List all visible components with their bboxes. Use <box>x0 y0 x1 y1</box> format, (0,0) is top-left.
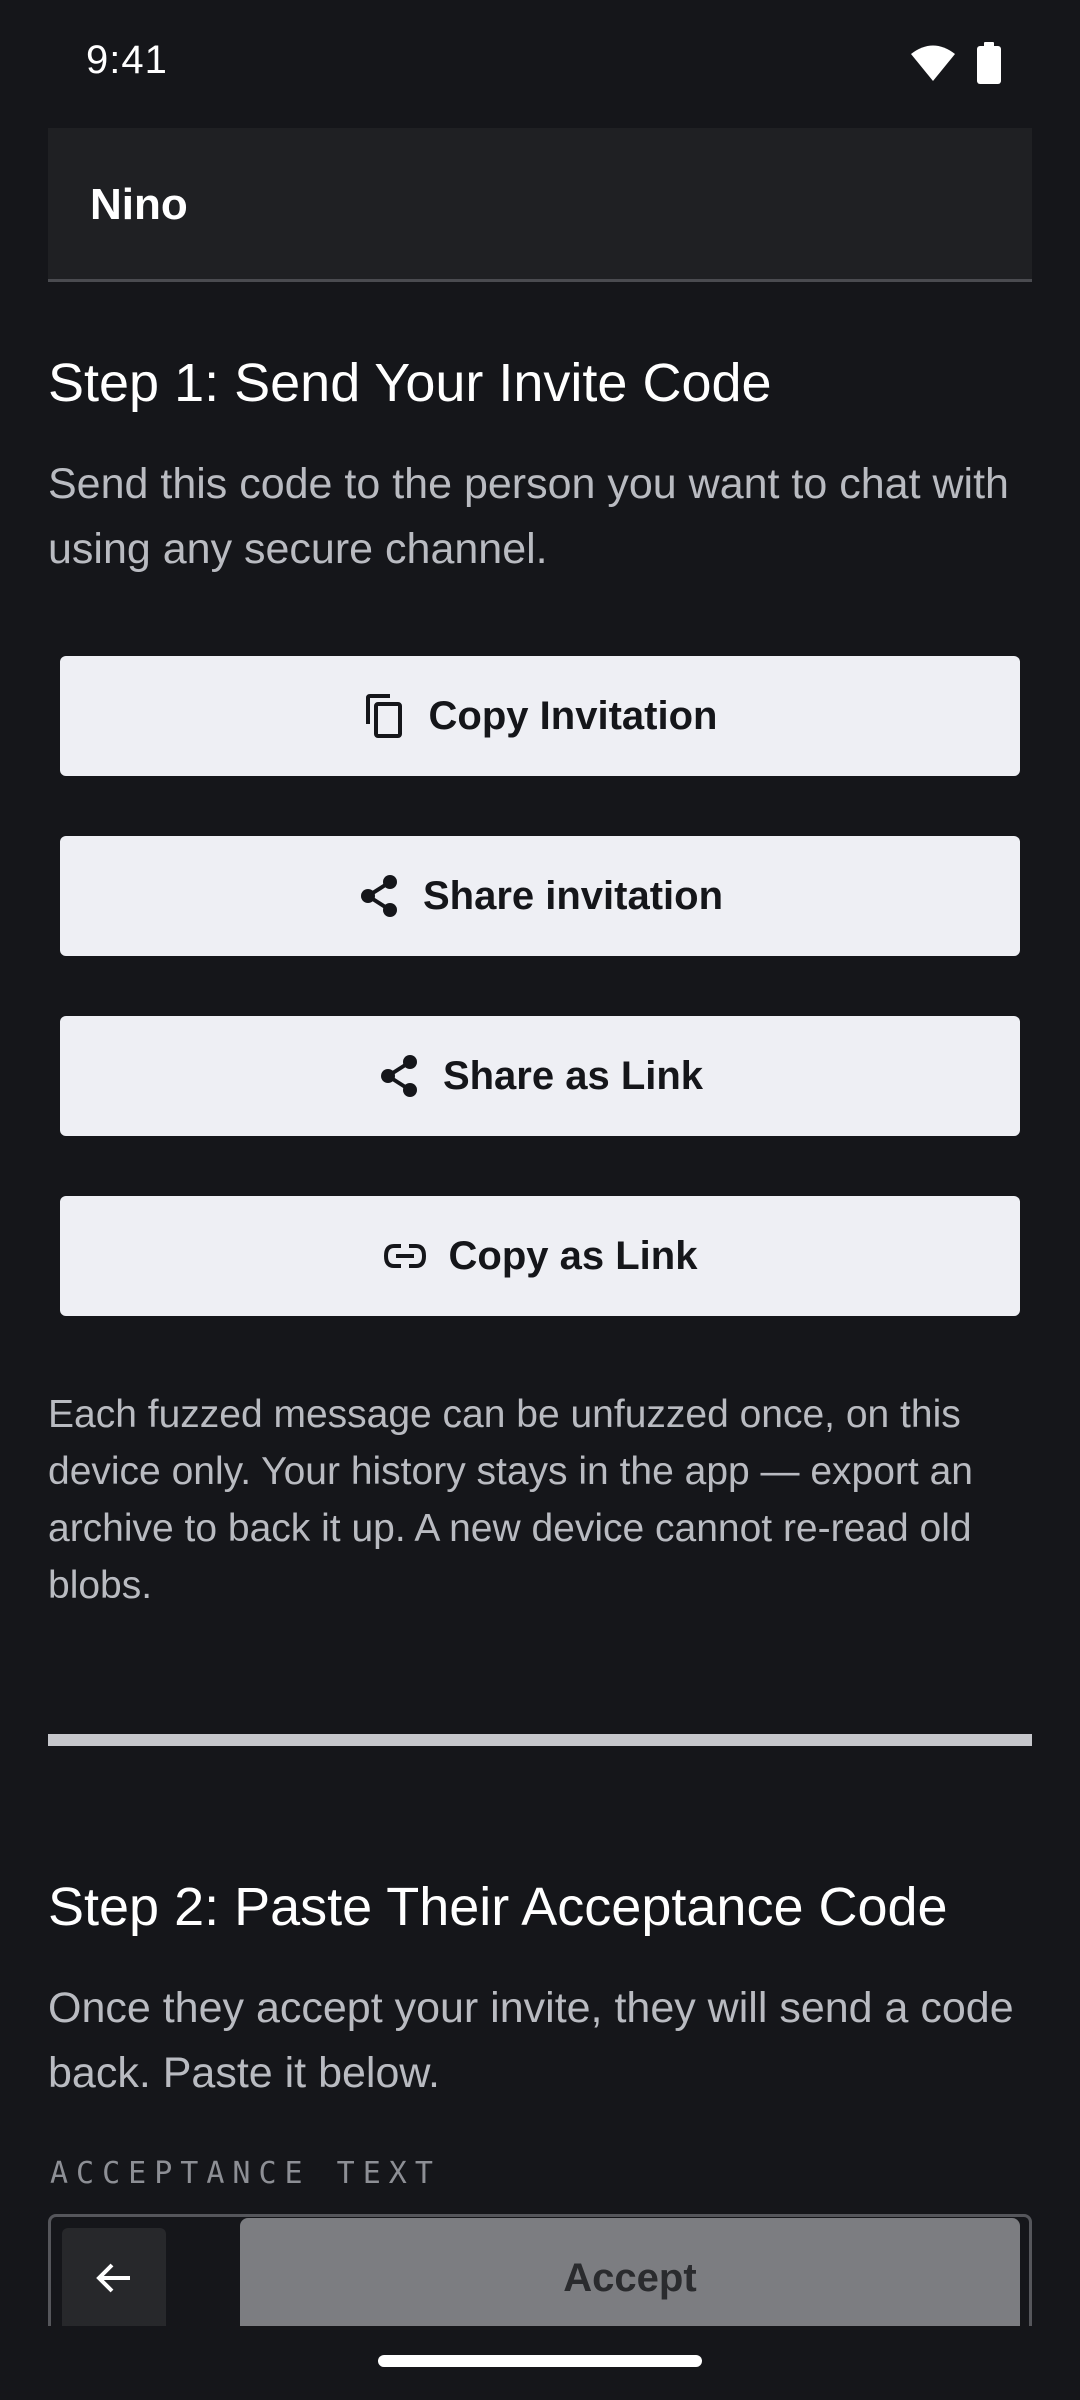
status-icons <box>910 42 1002 89</box>
accept-button[interactable]: Accept <box>240 2218 1020 2338</box>
share-invitation-label: Share invitation <box>422 873 724 918</box>
contact-name-value: Nino <box>90 180 188 229</box>
share-invitation-button[interactable]: Share invitation <box>60 836 1020 956</box>
copy-invitation-label: Copy Invitation <box>428 693 718 738</box>
invite-screen: 9:41 Nino Step 1: Send Your Invite Code … <box>0 0 1080 2400</box>
accept-label: Accept <box>563 2255 697 2300</box>
arrow-left-icon <box>96 2262 132 2299</box>
copy-as-link-button[interactable]: Copy as Link <box>60 1196 1020 1316</box>
copy-invitation-button[interactable]: Copy Invitation <box>60 656 1020 776</box>
status-bar: 9:41 <box>0 0 1080 126</box>
share-icon <box>377 1054 421 1098</box>
battery-icon <box>976 42 1002 89</box>
acceptance-text-label: ACCEPTANCE TEXT <box>50 2156 441 2191</box>
step2-title: Step 2: Paste Their Acceptance Code <box>48 1877 948 1937</box>
section-divider <box>48 1734 1032 1746</box>
share-icon <box>357 874 401 918</box>
share-as-link-button[interactable]: Share as Link <box>60 1016 1020 1136</box>
status-time: 9:41 <box>86 38 168 82</box>
step1-description: Send this code to the person you want to… <box>48 460 1009 573</box>
copy-icon <box>363 694 407 738</box>
copy-as-link-label: Copy as Link <box>448 1233 698 1278</box>
home-indicator[interactable] <box>378 2355 702 2367</box>
history-note: Each fuzzed message can be unfuzzed once… <box>48 1393 973 1607</box>
link-icon <box>383 1234 427 1278</box>
step1-title: Step 1: Send Your Invite Code <box>48 353 772 413</box>
contact-name-field[interactable]: Nino <box>48 128 1032 282</box>
step2-description: Once they accept your invite, they will … <box>48 1984 1014 2097</box>
wifi-icon <box>910 43 956 88</box>
share-as-link-label: Share as Link <box>442 1053 704 1098</box>
back-button[interactable] <box>62 2228 166 2332</box>
